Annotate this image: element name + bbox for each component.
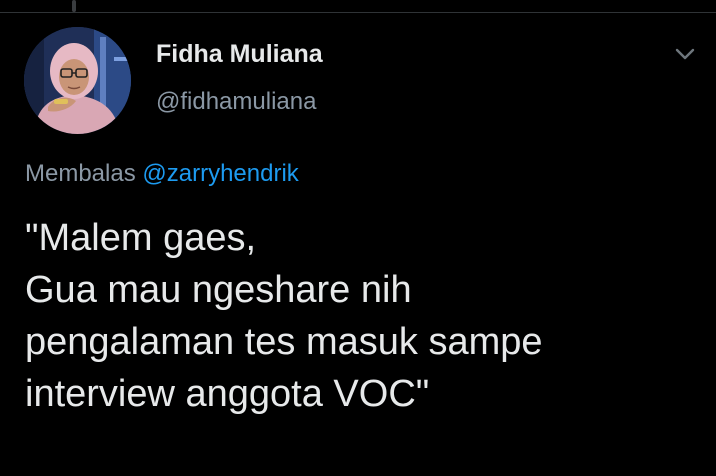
tweet-text: "Malem gaes, Gua mau ngeshare nih pengal… [25, 212, 705, 420]
chevron-down-icon[interactable] [673, 42, 697, 66]
author-handle[interactable]: @fidhamuliana [156, 88, 316, 116]
thread-connector [72, 0, 76, 12]
reply-context: Membalas @zarryhendrik [25, 160, 299, 188]
top-divider [0, 12, 716, 13]
tweet-text-line: Gua mau ngeshare nih [25, 269, 412, 311]
avatar[interactable] [24, 27, 131, 134]
tweet-text-line: pengalaman tes masuk sampe [25, 321, 543, 363]
author-display-name[interactable]: Fidha Muliana [156, 40, 323, 69]
tweet-text-line: "Malem gaes, [25, 217, 257, 259]
avatar-photo [24, 27, 131, 134]
reply-mention-link[interactable]: @zarryhendrik [142, 160, 298, 187]
tweet-text-line: interview anggota VOC" [25, 373, 430, 415]
reply-prefix: Membalas [25, 160, 136, 187]
